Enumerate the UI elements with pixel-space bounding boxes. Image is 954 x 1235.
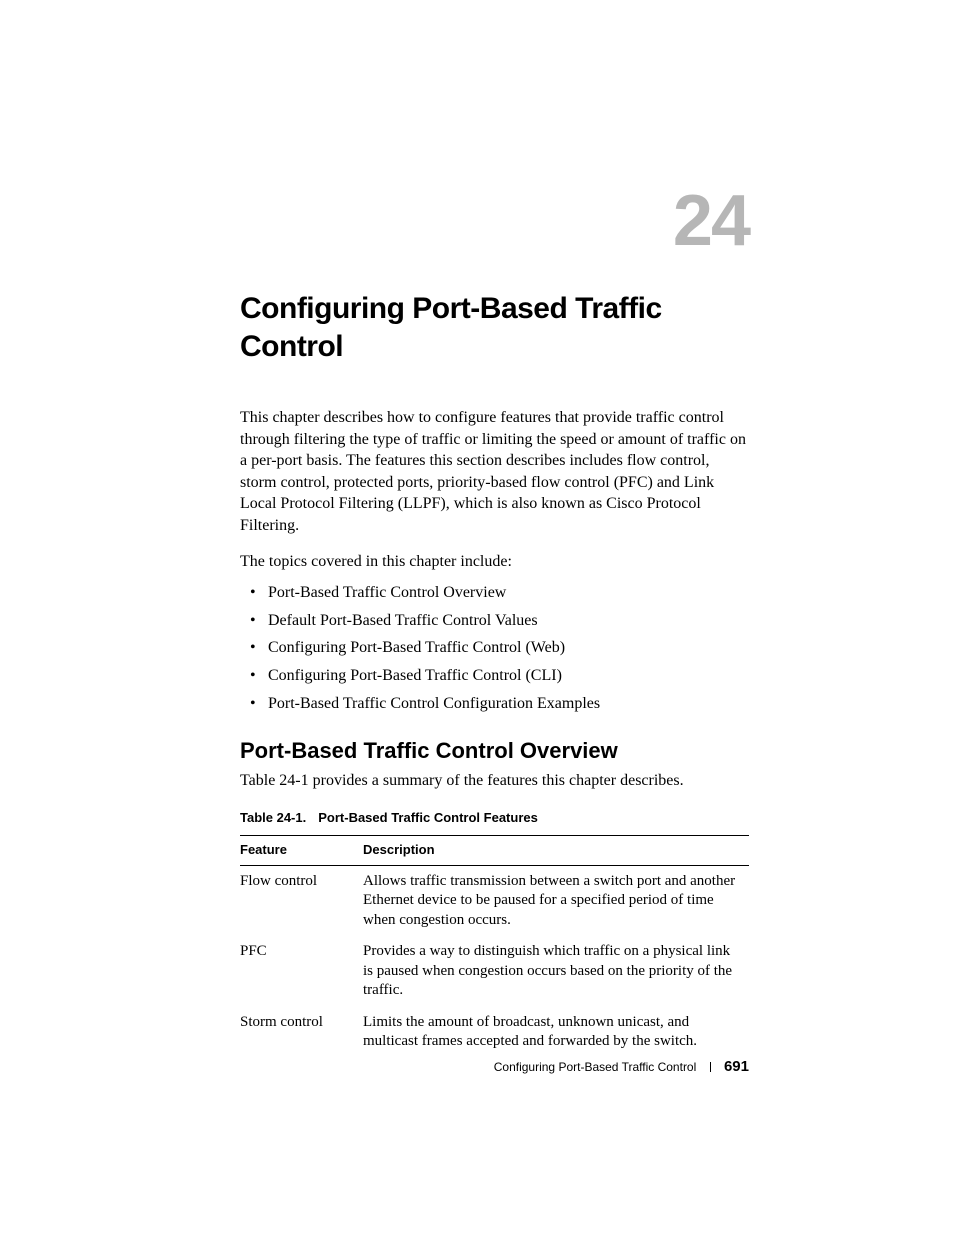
table-header-feature: Feature (240, 835, 363, 865)
table-cell-description: Provides a way to distinguish which traf… (363, 936, 749, 1007)
section-heading: Port-Based Traffic Control Overview (240, 738, 749, 764)
topics-list: Port-Based Traffic Control Overview Defa… (240, 582, 749, 714)
table-caption-label: Table 24-1. (240, 810, 306, 825)
topics-intro: The topics covered in this chapter inclu… (240, 551, 749, 573)
page-number: 691 (724, 1058, 749, 1075)
list-item: Default Port-Based Traffic Control Value… (268, 610, 749, 632)
page-footer: Configuring Port-Based Traffic Control 6… (494, 1058, 749, 1075)
table-caption: Table 24-1. Port-Based Traffic Control Fe… (240, 810, 749, 825)
table-row: Storm control Limits the amount of broad… (240, 1007, 749, 1058)
table-cell-feature: PFC (240, 936, 363, 1007)
feature-table: Feature Description Flow control Allows … (240, 835, 749, 1058)
table-row: Flow control Allows traffic transmission… (240, 865, 749, 936)
list-item: Configuring Port-Based Traffic Control (… (268, 637, 749, 659)
table-cell-feature: Flow control (240, 865, 363, 936)
table-caption-title: Port-Based Traffic Control Features (318, 810, 538, 825)
table-header-row: Feature Description (240, 835, 749, 865)
footer-separator (710, 1062, 711, 1072)
table-cell-description: Allows traffic transmission between a sw… (363, 865, 749, 936)
list-item: Port-Based Traffic Control Overview (268, 582, 749, 604)
list-item: Port-Based Traffic Control Configuration… (268, 693, 749, 715)
table-row: PFC Provides a way to distinguish which … (240, 936, 749, 1007)
chapter-number: 24 (240, 180, 749, 262)
list-item: Configuring Port-Based Traffic Control (… (268, 665, 749, 687)
chapter-title: Configuring Port-Based Traffic Control (240, 290, 749, 365)
page-content: 24 Configuring Port-Based Traffic Contro… (0, 0, 954, 1058)
table-cell-description: Limits the amount of broadcast, unknown … (363, 1007, 749, 1058)
footer-title: Configuring Port-Based Traffic Control (494, 1060, 697, 1074)
table-cell-feature: Storm control (240, 1007, 363, 1058)
table-header-description: Description (363, 835, 749, 865)
intro-paragraph: This chapter describes how to configure … (240, 407, 749, 537)
section-paragraph: Table 24-1 provides a summary of the fea… (240, 770, 749, 792)
